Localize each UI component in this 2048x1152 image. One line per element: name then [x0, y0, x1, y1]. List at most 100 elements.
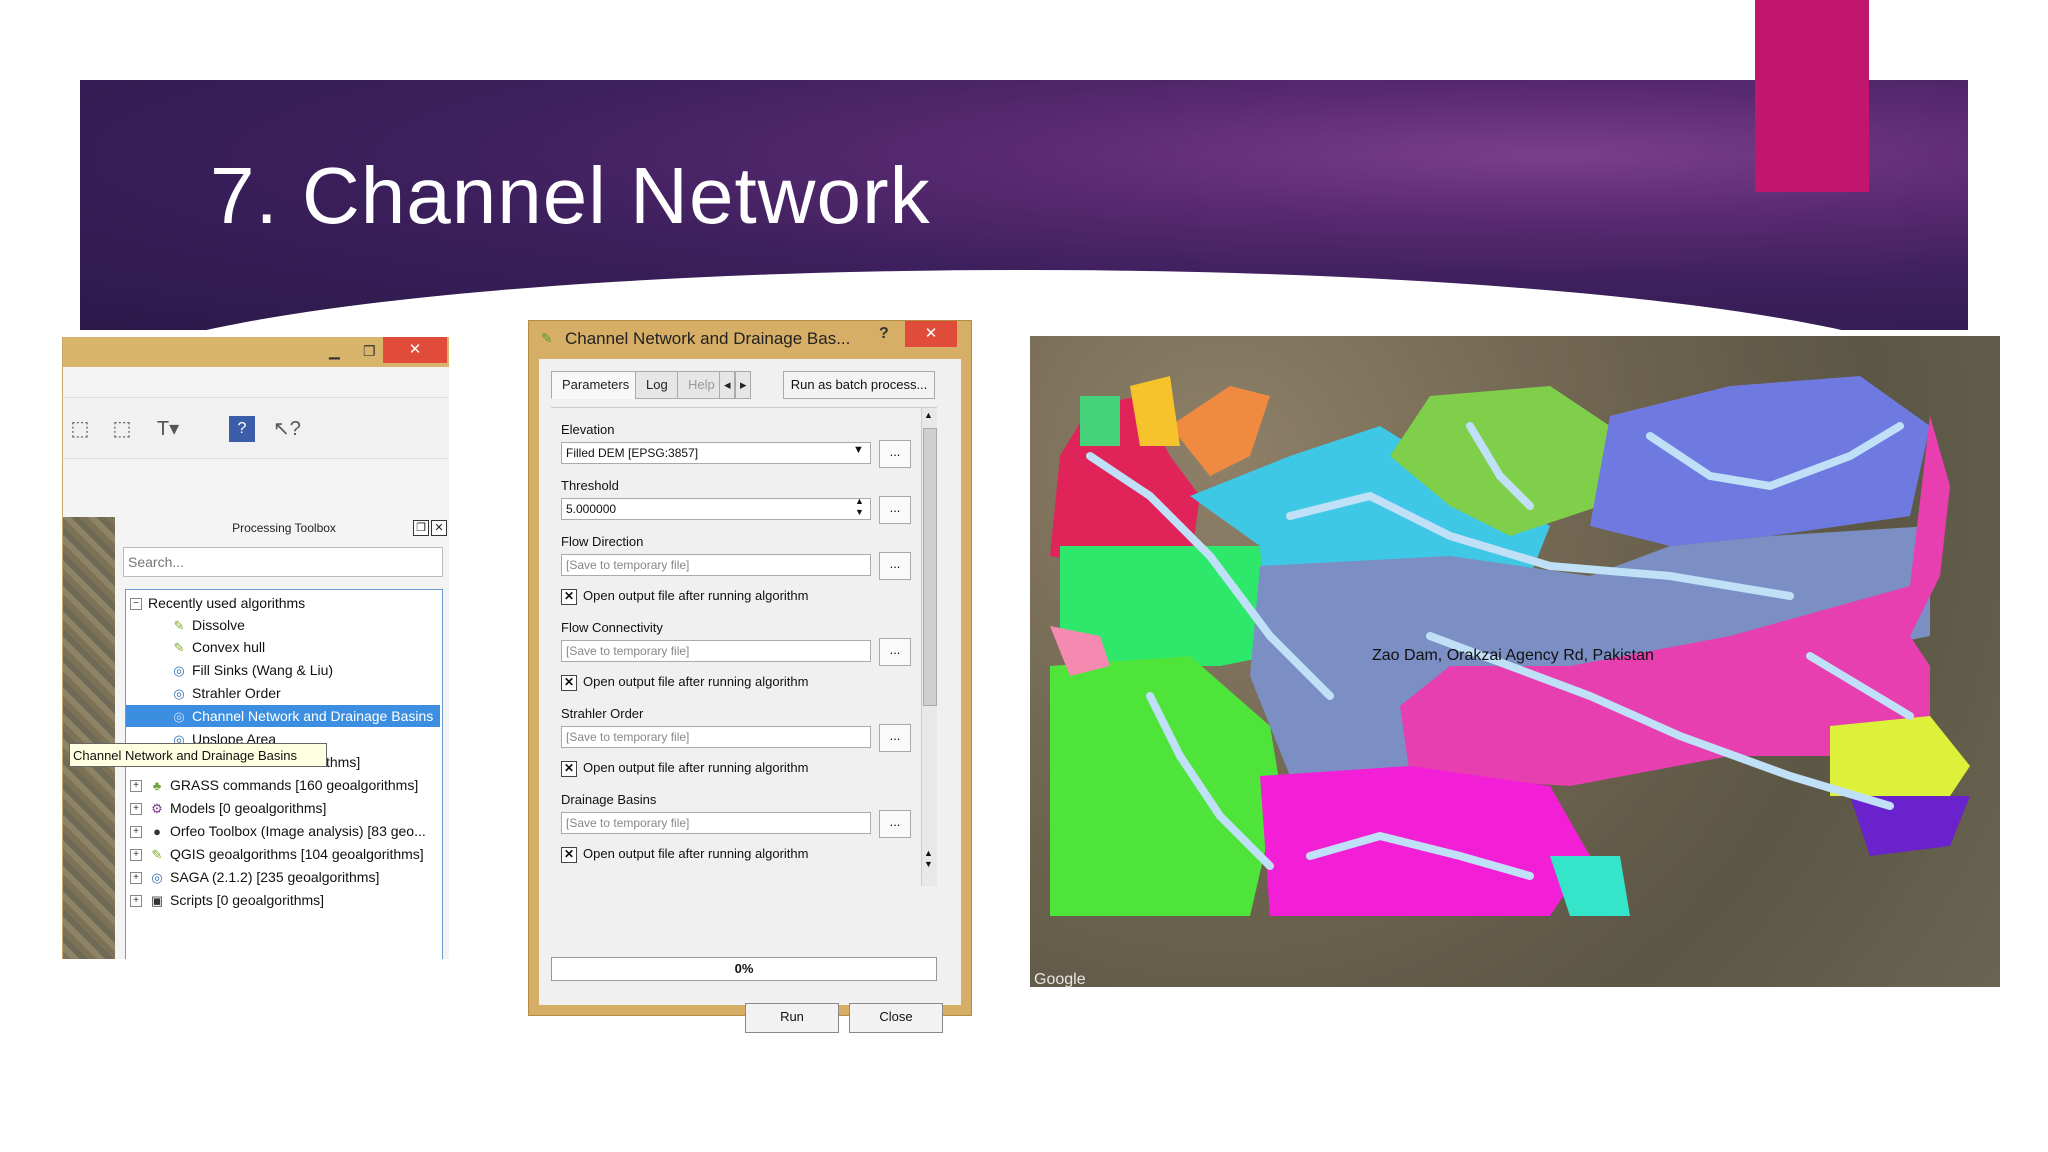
strahler-order-open-checkbox[interactable]: ✕ Open output file after running algorith…: [561, 760, 808, 777]
basin-polygon: [1080, 396, 1120, 446]
parameters-panel: Elevation Filled DEM [EPSG:3857] ▼ ... T…: [551, 407, 937, 886]
close-button[interactable]: ✕: [383, 337, 447, 363]
tree-row-strahler-order[interactable]: ◎ Strahler Order: [170, 682, 280, 704]
drainage-basins-output[interactable]: [Save to temporary file]: [561, 812, 871, 834]
flow-connectivity-label: Flow Connectivity: [561, 620, 663, 635]
scrollbar-thumb[interactable]: [923, 428, 937, 706]
expand-icon[interactable]: +: [130, 872, 142, 885]
saga-algorithm-icon: ◎: [173, 709, 185, 725]
saga-algorithm-icon: ◎: [173, 663, 185, 679]
threshold-label: Threshold: [561, 478, 619, 493]
toolbox-header: Processing Toolbox ❐ ✕: [119, 515, 449, 541]
tree-row-channel-network[interactable]: ◎ Channel Network and Drainage Basins: [126, 705, 440, 727]
flow-direction-browse-button[interactable]: ...: [879, 552, 911, 580]
whats-this-icon[interactable]: ↖?: [273, 416, 301, 442]
tree-row-grass[interactable]: + ♣ GRASS commands [160 geoalgorithms]: [130, 774, 418, 796]
restore-icon[interactable]: ❐: [363, 343, 376, 360]
flow-connectivity-browse-button[interactable]: ...: [879, 638, 911, 666]
tab-log[interactable]: Log: [635, 371, 679, 399]
google-logo: Google: [1034, 971, 1086, 987]
threshold-spinbox[interactable]: 5.000000: [561, 498, 871, 520]
scripts-icon: ▣: [150, 893, 164, 909]
algorithm-tree: − Recently used algorithms ✎ Dissolve ✎ Con…: [125, 589, 443, 959]
checkbox-checked-icon[interactable]: ✕: [561, 588, 577, 605]
elevation-browse-button[interactable]: ...: [879, 440, 911, 468]
dialog-body: Parameters Log Help (I ◂ ▸ Run as batch …: [539, 359, 961, 1033]
slide-title: 7. Channel Network: [210, 151, 931, 240]
flow-connectivity-output[interactable]: [Save to temporary file]: [561, 640, 871, 662]
search-input[interactable]: [123, 547, 443, 577]
drainage-basins-label: Drainage Basins: [561, 792, 657, 807]
saga-algorithm-icon: ◎: [173, 686, 185, 702]
tab-scroll-left-icon[interactable]: ◂: [719, 371, 735, 399]
processing-toolbox: Processing Toolbox ❐ ✕ −Recently used al…: [119, 515, 449, 959]
checkbox-checked-icon[interactable]: ✕: [561, 846, 577, 863]
qgis-icon: ✎: [151, 847, 163, 863]
tooltip: Channel Network and Drainage Basins: [69, 743, 327, 767]
tree-row-convex-hull[interactable]: ✎ Convex hull: [170, 636, 266, 658]
basin-polygon: [1850, 796, 1970, 856]
float-panel-icon[interactable]: ❐: [413, 520, 429, 536]
collapse-icon[interactable]: −: [130, 598, 142, 611]
map-canvas-strip[interactable]: [63, 517, 115, 959]
accent-bar: [1755, 0, 1869, 192]
tree-row-dissolve[interactable]: ✎ Dissolve: [170, 614, 245, 636]
basin-polygon: [1590, 376, 1930, 546]
tree-row-recent[interactable]: − Recently used algorithms: [130, 592, 305, 614]
window-titlebar: ▁ ❐ ✕: [63, 337, 449, 367]
checkbox-checked-icon[interactable]: ✕: [561, 674, 577, 691]
new-layer-icon[interactable]: ⬚: [109, 416, 135, 442]
checkbox-checked-icon[interactable]: ✕: [561, 760, 577, 777]
flow-connectivity-open-checkbox[interactable]: ✕ Open output file after running algorith…: [561, 674, 808, 691]
tree-row-scripts[interactable]: + ▣ Scripts [0 geoalgorithms]: [130, 889, 324, 911]
grass-icon: ♣: [152, 778, 162, 794]
strahler-order-output[interactable]: [Save to temporary file]: [561, 726, 871, 748]
text-annotation-icon[interactable]: T▾: [155, 416, 181, 442]
expand-icon[interactable]: +: [130, 780, 142, 793]
scroll-up-icon[interactable]: ▲: [924, 410, 933, 420]
close-panel-icon[interactable]: ✕: [431, 520, 447, 536]
expand-icon[interactable]: +: [130, 803, 142, 816]
progress-text: 0%: [734, 961, 754, 976]
minimize-icon[interactable]: ▁: [329, 343, 340, 360]
help-icon[interactable]: ?: [879, 325, 889, 343]
tree-row-qgis[interactable]: + ✎ QGIS geoalgorithms [104 geoalgorithms]: [130, 843, 424, 865]
help-icon[interactable]: ?: [229, 416, 255, 442]
strahler-order-browse-button[interactable]: ...: [879, 724, 911, 752]
tree-row-models[interactable]: + ⚙ Models [0 geoalgorithms]: [130, 797, 326, 819]
tab-parameters[interactable]: Parameters: [551, 371, 641, 399]
scroll-down-icon[interactable]: ▲ ▼: [924, 848, 933, 870]
expand-icon[interactable]: +: [130, 895, 142, 908]
saga-icon: ◎: [151, 870, 163, 886]
flow-direction-open-checkbox[interactable]: ✕ Open output file after running algorith…: [561, 588, 808, 605]
basin-polygon: [1830, 716, 1970, 796]
drainage-basin-map[interactable]: Zao Dam, Orakzai Agency Rd, Pakistan Goo…: [1030, 336, 2000, 987]
close-dialog-button[interactable]: Close: [849, 1003, 943, 1033]
threshold-browse-button[interactable]: ...: [879, 496, 911, 524]
chevron-down-icon[interactable]: ▼: [853, 444, 864, 456]
add-layer-icon[interactable]: ⬚: [67, 416, 93, 442]
tree-row-hidden-tail: thms]: [326, 754, 361, 770]
tree-row-fill-sinks[interactable]: ◎ Fill Sinks (Wang & Liu): [170, 659, 333, 681]
elevation-select[interactable]: Filled DEM [EPSG:3857]: [561, 442, 871, 464]
algorithm-dialog: ✎ Channel Network and Drainage Bas... ? …: [528, 320, 972, 1033]
spin-arrows-icon[interactable]: ▲ ▼: [855, 496, 864, 518]
qgis-algorithm-icon: ✎: [173, 640, 185, 656]
models-icon: ⚙: [151, 801, 163, 817]
drainage-basins-open-checkbox[interactable]: ✕ Open output file after running algorith…: [561, 846, 808, 863]
run-batch-button[interactable]: Run as batch process...: [783, 371, 935, 399]
toolbox-title: Processing Toolbox: [232, 521, 336, 535]
tab-scroll-right-icon[interactable]: ▸: [735, 371, 751, 399]
vertical-scrollbar[interactable]: ▲ ▲ ▼: [921, 408, 937, 886]
basin-polygon: [1550, 856, 1630, 916]
close-button[interactable]: ✕: [905, 321, 957, 347]
flow-direction-output[interactable]: [Save to temporary file]: [561, 554, 871, 576]
expand-icon[interactable]: +: [130, 826, 142, 839]
expand-icon[interactable]: +: [130, 849, 142, 862]
drainage-basins-browse-button[interactable]: ...: [879, 810, 911, 838]
banner-curve: [80, 270, 1968, 330]
tree-row-orfeo[interactable]: + ● Orfeo Toolbox (Image analysis) [83 geo…: [130, 820, 426, 842]
run-button[interactable]: Run: [745, 1003, 839, 1033]
qgis-algorithm-icon: ✎: [173, 618, 185, 634]
tree-row-saga[interactable]: + ◎ SAGA (2.1.2) [235 geoalgorithms]: [130, 866, 379, 888]
